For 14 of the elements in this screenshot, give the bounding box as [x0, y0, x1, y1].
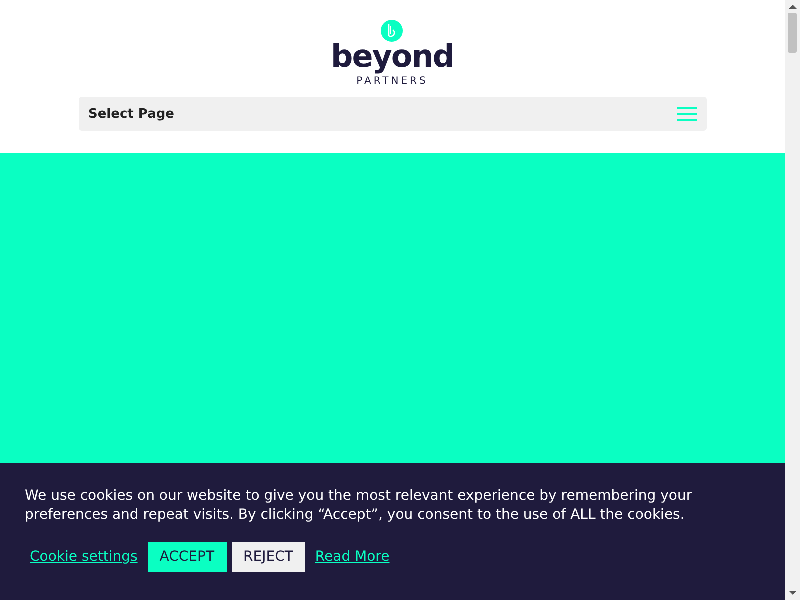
scrollbar[interactable]: [785, 0, 800, 600]
logo-icon: [381, 20, 404, 42]
logo-tagline: PARTNERS: [356, 76, 428, 87]
logo-wordmark: beyond: [331, 42, 454, 72]
reject-button[interactable]: REJECT: [232, 542, 306, 572]
scrollbar-thumb[interactable]: [788, 13, 797, 53]
accept-button[interactable]: ACCEPT: [148, 542, 227, 572]
scroll-up-icon[interactable]: [788, 5, 796, 9]
menu-icon[interactable]: [676, 107, 696, 121]
select-page-menu[interactable]: Select Page: [78, 97, 706, 131]
text-link[interactable]: Cookie settings: [30, 549, 138, 565]
scroll-down-icon[interactable]: [788, 591, 796, 595]
text-link[interactable]: Read More: [315, 549, 390, 565]
cookie-message: We use cookies on our website to give you the most relevant experience by remembering your preferences and repeat visits. By clicking “Accept”, you consent to the use of ALL the cookies.: [25, 487, 694, 525]
